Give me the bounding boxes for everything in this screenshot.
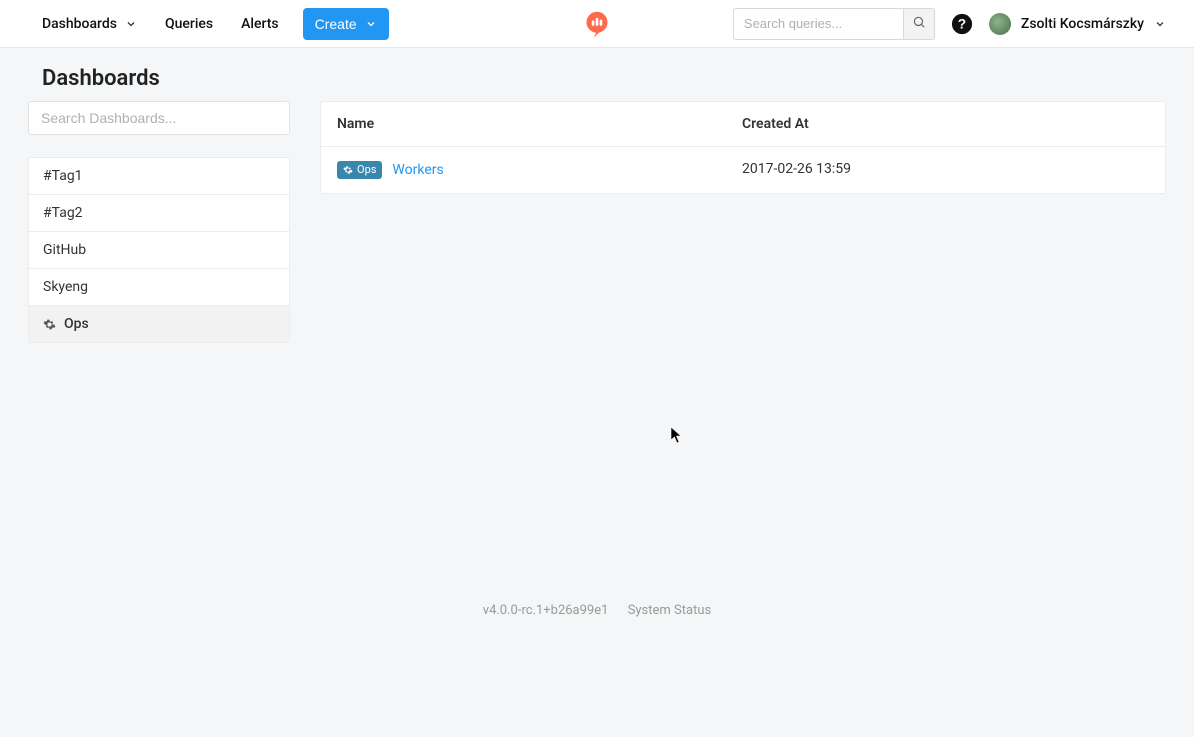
sidebar-item-label: Skyeng: [43, 279, 88, 295]
logo: [583, 10, 611, 38]
dashboard-search-input[interactable]: [28, 101, 290, 135]
table-body: Ops Workers 2017-02-26 13:59: [321, 147, 1165, 193]
sidebar-item-label: GitHub: [43, 242, 86, 258]
sidebar-item[interactable]: Ops: [29, 306, 289, 342]
sidebar-item[interactable]: GitHub: [29, 232, 289, 269]
nav-queries[interactable]: Queries: [151, 0, 227, 48]
create-button-label: Create: [315, 16, 357, 32]
cell-name: Ops Workers: [321, 147, 726, 193]
cell-created-at: 2017-02-26 13:59: [726, 147, 1165, 193]
table-row: Ops Workers 2017-02-26 13:59: [321, 147, 1165, 193]
chevron-down-icon: [365, 18, 377, 30]
sidebar-item[interactable]: Skyeng: [29, 269, 289, 306]
sidebar-item[interactable]: #Tag1: [29, 158, 289, 195]
chevron-down-icon: [125, 18, 137, 30]
gear-icon: [43, 318, 56, 331]
chevron-down-icon: [1154, 18, 1166, 30]
footer: v4.0.0-rc.1+b26a99e1 System Status: [28, 603, 1166, 618]
search-icon: [912, 15, 926, 32]
sidebar-item-label: #Tag2: [43, 205, 83, 221]
user-name: Zsolti Kocsmárszky: [1021, 16, 1144, 32]
nav-dashboards[interactable]: Dashboards: [28, 0, 151, 48]
content: Dashboards #Tag1 #Tag2 GitHub Skyeng Ops Nam…: [0, 48, 1194, 678]
nav-alerts[interactable]: Alerts: [227, 0, 293, 48]
dashboard-table: Name Created At Ops Workers 2017-02-26 13:…: [320, 101, 1166, 194]
svg-text:?: ?: [958, 16, 966, 31]
table-head: Name Created At: [321, 102, 1165, 147]
col-created-at[interactable]: Created At: [726, 102, 1165, 146]
page-title: Dashboards: [42, 66, 1166, 91]
tag-badge: Ops: [337, 161, 382, 179]
help-icon[interactable]: ?: [951, 13, 973, 35]
nav-right: ? Zsolti Kocsmárszky: [733, 8, 1166, 40]
dashboard-link[interactable]: Workers: [392, 162, 443, 178]
search-button[interactable]: [903, 8, 935, 40]
topbar: Dashboards Queries Alerts Create: [0, 0, 1194, 48]
avatar: [989, 13, 1011, 35]
create-button[interactable]: Create: [303, 8, 389, 40]
tag-badge-label: Ops: [357, 162, 376, 178]
search-wrap: [733, 8, 935, 40]
nav-dashboards-label: Dashboards: [42, 16, 117, 32]
version-text: v4.0.0-rc.1+b26a99e1: [483, 603, 609, 618]
col-name[interactable]: Name: [321, 102, 726, 146]
sidebar-list: #Tag1 #Tag2 GitHub Skyeng Ops: [28, 157, 290, 343]
nav-left: Dashboards Queries Alerts Create: [28, 0, 389, 48]
main: Name Created At Ops Workers 2017-02-26 13:…: [320, 101, 1166, 194]
system-status-link[interactable]: System Status: [628, 603, 712, 618]
nav-alerts-label: Alerts: [241, 16, 279, 32]
sidebar-item[interactable]: #Tag2: [29, 195, 289, 232]
sidebar: #Tag1 #Tag2 GitHub Skyeng Ops: [28, 101, 290, 343]
sidebar-item-label: Ops: [64, 316, 89, 332]
user-menu[interactable]: Zsolti Kocsmárszky: [989, 13, 1166, 35]
columns: #Tag1 #Tag2 GitHub Skyeng Ops Name Created A…: [28, 101, 1166, 343]
search-input[interactable]: [733, 8, 903, 40]
sidebar-item-label: #Tag1: [43, 168, 83, 184]
nav-queries-label: Queries: [165, 16, 213, 32]
